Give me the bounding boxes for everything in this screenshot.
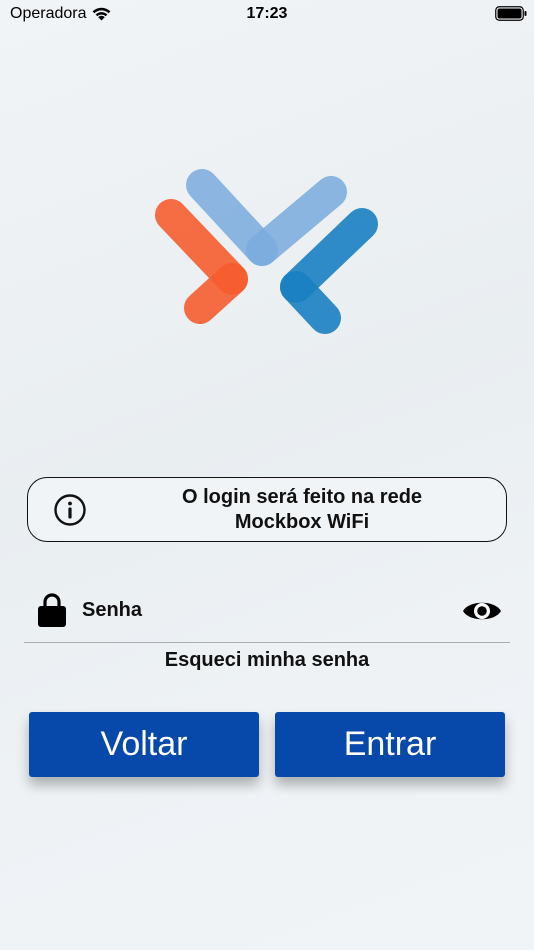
eye-icon[interactable] bbox=[462, 597, 502, 625]
login-button[interactable]: Entrar bbox=[275, 712, 505, 777]
network-info-line-2: Mockbox WiFi bbox=[234, 511, 370, 533]
clock: 17:23 bbox=[246, 5, 288, 22]
password-input[interactable] bbox=[82, 594, 452, 626]
app-logo bbox=[155, 169, 378, 334]
lock-icon bbox=[38, 593, 66, 627]
battery-icon bbox=[495, 6, 527, 21]
password-field-row bbox=[24, 586, 510, 643]
network-info-banner: O login será feito na rede Mockbox WiFi bbox=[27, 477, 507, 542]
network-info-line-1: O login será feito na rede bbox=[181, 486, 423, 508]
network-info-text: O login será feito na rede Mockbox WiFi bbox=[108, 485, 496, 535]
status-bar: Operadora 17:23 bbox=[0, 0, 534, 28]
info-icon bbox=[54, 494, 86, 526]
forgot-password-link[interactable]: Esqueci minha senha bbox=[0, 649, 534, 672]
back-button[interactable]: Voltar bbox=[29, 712, 259, 777]
